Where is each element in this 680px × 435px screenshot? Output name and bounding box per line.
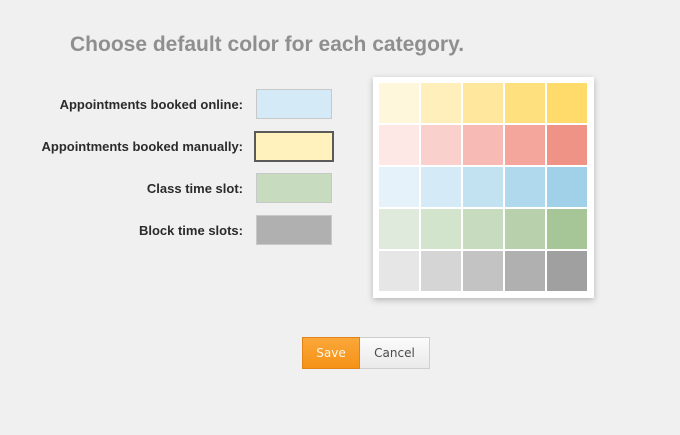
palette-swatch[interactable]: [421, 125, 461, 165]
palette-swatch[interactable]: [505, 251, 545, 291]
label-block-time-slots: Block time slots:: [138, 223, 243, 238]
palette-swatch[interactable]: [463, 209, 503, 249]
palette-swatch[interactable]: [379, 83, 419, 123]
palette-swatch[interactable]: [463, 83, 503, 123]
swatch-class-time-slot[interactable]: [256, 173, 332, 203]
palette-swatch[interactable]: [505, 125, 545, 165]
label-appointments-online: Appointments booked online:: [59, 97, 243, 112]
palette-swatch[interactable]: [379, 209, 419, 249]
palette-swatch[interactable]: [421, 167, 461, 207]
palette-swatch[interactable]: [421, 251, 461, 291]
palette-swatch[interactable]: [505, 83, 545, 123]
palette-swatch[interactable]: [463, 125, 503, 165]
swatch-appointments-manual[interactable]: [254, 131, 334, 162]
action-buttons: Save Cancel: [302, 337, 430, 369]
palette-swatch[interactable]: [547, 251, 587, 291]
palette-swatch[interactable]: [547, 167, 587, 207]
color-palette-grid: [379, 83, 587, 291]
page-title: Choose default color for each category.: [70, 33, 465, 56]
palette-swatch[interactable]: [421, 83, 461, 123]
palette-swatch[interactable]: [379, 125, 419, 165]
palette-swatch[interactable]: [463, 251, 503, 291]
swatch-appointments-online[interactable]: [256, 89, 332, 119]
swatch-block-time-slots[interactable]: [256, 215, 332, 245]
palette-swatch[interactable]: [463, 167, 503, 207]
palette-swatch[interactable]: [421, 209, 461, 249]
palette-swatch[interactable]: [379, 251, 419, 291]
cancel-button[interactable]: Cancel: [360, 337, 430, 369]
palette-swatch[interactable]: [379, 167, 419, 207]
color-palette: [373, 77, 594, 298]
label-class-time-slot: Class time slot:: [146, 181, 243, 196]
palette-swatch[interactable]: [547, 209, 587, 249]
palette-swatch[interactable]: [505, 209, 545, 249]
palette-swatch[interactable]: [505, 167, 545, 207]
label-appointments-manual: Appointments booked manually:: [41, 139, 243, 154]
save-button[interactable]: Save: [302, 337, 360, 369]
palette-swatch[interactable]: [547, 125, 587, 165]
palette-swatch[interactable]: [547, 83, 587, 123]
